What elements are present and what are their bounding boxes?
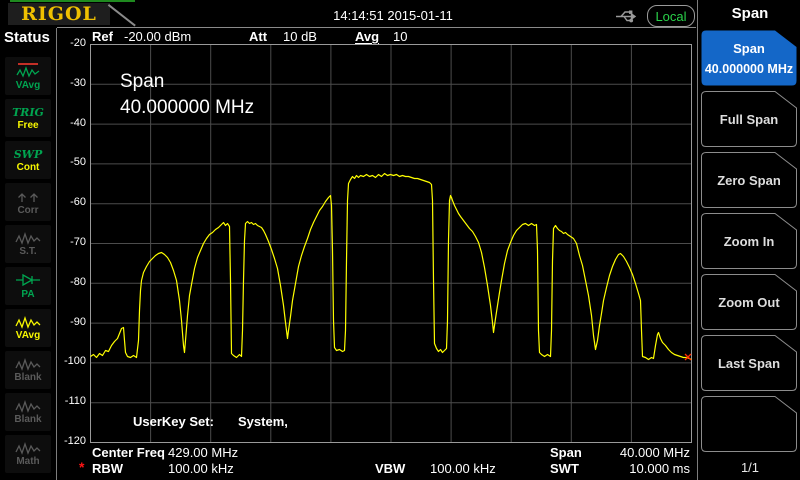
status-item-trace4-label: Blank <box>14 414 41 425</box>
y-tick-label: -90 <box>54 316 86 328</box>
left-panel-divider <box>56 28 57 480</box>
header-divider <box>57 27 696 28</box>
y-tick-label: -110 <box>54 395 86 407</box>
status-item-preamp-label: PA <box>21 289 34 300</box>
y-tick-label: -50 <box>54 156 86 168</box>
avg-label: Avg <box>355 29 379 44</box>
status-item-sweep-word: SWP <box>14 148 43 161</box>
status-item-trace4: Blank <box>5 393 51 431</box>
softkey-zero-span-label: Zero Span <box>717 173 781 188</box>
status-item-trace-avg-label: VAvg <box>16 80 40 91</box>
status-item-st: S.T. <box>5 225 51 263</box>
y-tick-label: -80 <box>54 276 86 288</box>
vbw-value: 100.00 kHz <box>430 461 496 476</box>
trace2-avg-icon <box>15 315 41 329</box>
trace4-icon <box>15 399 41 413</box>
usb-icon <box>614 8 642 25</box>
vbw-label: VBW <box>375 461 405 476</box>
softkey-zoom-in-label: Zoom In <box>724 234 775 249</box>
softkey-last-span[interactable]: Last Span <box>701 335 797 391</box>
status-item-correction-label: Corr <box>17 205 38 216</box>
status-item-trace3-label: Blank <box>14 372 41 383</box>
rigol-logo-text: RIGOL <box>21 3 97 25</box>
menu-page-indicator: 1/1 <box>700 460 800 475</box>
avg-value: 10 <box>393 29 407 44</box>
status-item-sweep: SWPCont <box>5 141 51 179</box>
y-tick-label: -20 <box>54 37 86 49</box>
softkey-span-value: 40.000000 MHz <box>705 62 793 76</box>
status-item-preamp: PA <box>5 267 51 305</box>
swt-value: 10.000 ms <box>570 461 690 476</box>
span-readout-value: 40.000 MHz <box>570 445 690 460</box>
softkey-zoom-in[interactable]: Zoom In <box>701 213 797 269</box>
status-item-math: Math <box>5 435 51 473</box>
status-panel-title: Status <box>4 29 50 46</box>
softkey-span-label: Span <box>733 41 765 56</box>
status-item-math-label: Math <box>16 456 39 467</box>
status-item-trigger-word: TRIG <box>12 106 44 119</box>
att-value: 10 dB <box>283 29 317 44</box>
softkey-blank-6[interactable] <box>701 396 797 452</box>
status-item-correction: Corr <box>5 183 51 221</box>
userkey-message-value: System, <box>238 414 288 429</box>
softkey-zoom-out[interactable]: Zoom Out <box>701 274 797 330</box>
y-tick-label: -30 <box>54 77 86 89</box>
local-label: Local <box>655 9 686 24</box>
spectrum-analyzer-screen: RIGOL Status VAvg TRIGFree SWPCont Corr S.T.… <box>0 0 800 480</box>
softkey-full-span-label: Full Span <box>720 112 779 127</box>
att-label: Att <box>249 29 267 44</box>
active-function-label: Span <box>120 71 164 93</box>
rbw-label: RBW <box>92 461 123 476</box>
st-icon <box>15 231 41 245</box>
trace3-icon <box>15 357 41 371</box>
y-tick-label: -100 <box>54 355 86 367</box>
y-tick-label: -60 <box>54 196 86 208</box>
menu-title: Span <box>700 5 800 22</box>
softkey-zero-span[interactable]: Zero Span <box>701 152 797 208</box>
active-function-value: 40.000000 MHz <box>120 97 254 119</box>
ref-value: -20.00 dBm <box>124 29 191 44</box>
correction-icon <box>15 189 41 204</box>
softkey-full-span[interactable]: Full Span <box>701 91 797 147</box>
top-edge-accent <box>10 0 135 2</box>
logo-slash <box>108 4 136 27</box>
ref-label: Ref <box>92 29 113 44</box>
local-badge: Local <box>647 5 695 27</box>
status-item-trace2-avg: VAvg <box>5 309 51 347</box>
softkey-zoom-out-label: Zoom Out <box>718 295 779 310</box>
userkey-message-label: UserKey Set: <box>133 414 214 429</box>
status-item-trace2-avg-label: VAvg <box>16 330 40 341</box>
datetime-label: 14:14:51 2015-01-11 <box>293 8 493 23</box>
preamp-icon <box>15 272 41 288</box>
softkey-span[interactable]: Span 40.000000 MHz <box>701 30 797 86</box>
y-tick-label: -70 <box>54 236 86 248</box>
trace-avg-icon <box>15 62 41 79</box>
y-tick-label: -120 <box>54 435 86 447</box>
status-item-sweep-label: Cont <box>17 162 40 173</box>
center-freq-value: 429.00 MHz <box>168 445 238 460</box>
status-item-st-label: S.T. <box>19 246 36 257</box>
status-item-trigger-label: Free <box>17 120 38 131</box>
softkey-last-span-label: Last Span <box>718 356 780 371</box>
y-tick-label: -40 <box>54 117 86 129</box>
center-freq-label: Center Freq <box>92 445 165 460</box>
rbw-value: 100.00 kHz <box>168 461 234 476</box>
math-icon <box>15 441 41 455</box>
status-item-trace-avg: VAvg <box>5 57 51 95</box>
rbw-coupled-indicator: * <box>79 459 84 475</box>
status-item-trigger: TRIGFree <box>5 99 51 137</box>
status-item-trace3: Blank <box>5 351 51 389</box>
rigol-logo: RIGOL <box>8 3 110 25</box>
menu-panel-divider <box>697 0 698 480</box>
